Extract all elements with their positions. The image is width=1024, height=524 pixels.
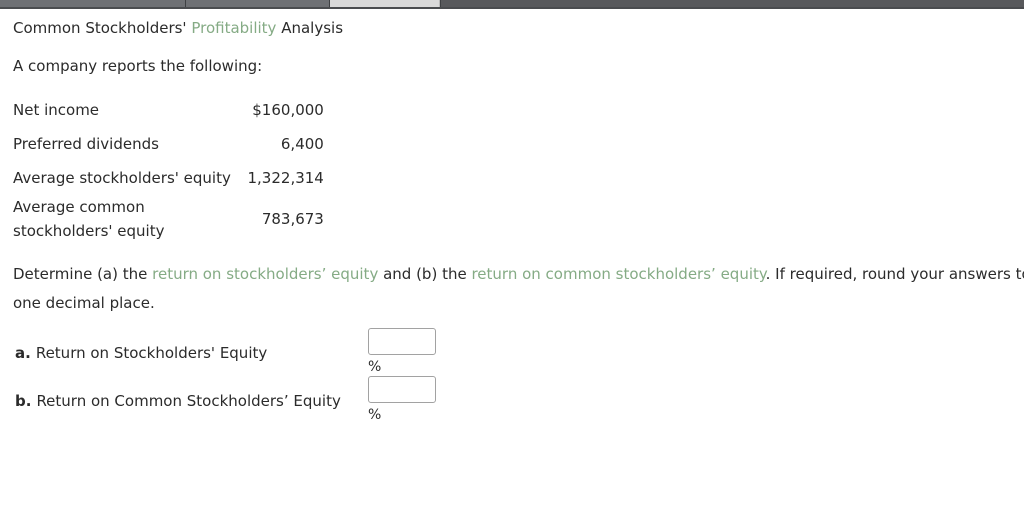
- fact-value: $160,000: [252, 101, 324, 119]
- fact-value: 783,673: [261, 210, 324, 228]
- fact-label: Average stockholders' equity: [13, 169, 231, 187]
- page-title: Common Stockholders' Profitability Analy…: [13, 18, 343, 38]
- fact-label: Net income: [13, 101, 100, 119]
- instruction-link-return-on-common-stockholders-equity[interactable]: return on common stockholders’ equity: [471, 265, 765, 283]
- page-title-prefix: Common Stockholders': [13, 19, 192, 37]
- instruction-paragraph: Determine (a) the return on stockholders…: [13, 260, 1024, 318]
- answer-b-input[interactable]: [368, 376, 436, 403]
- answer-a-label: a. Return on Stockholders' Equity: [15, 339, 355, 367]
- fact-value: 6,400: [280, 135, 324, 153]
- page-title-link[interactable]: Profitability: [191, 19, 276, 37]
- fact-label: Preferred dividends: [13, 135, 159, 153]
- browser-tab-strip: [0, 0, 1024, 9]
- fact-value: 1,322,314: [247, 169, 324, 187]
- instruction-link-return-on-stockholders-equity[interactable]: return on stockholders’ equity: [152, 265, 378, 283]
- intro-text: A company reports the following:: [13, 57, 263, 75]
- instruction-part-1: Determine (a) the: [13, 265, 153, 283]
- question-content: Common Stockholders' Profitability Analy…: [0, 9, 1024, 524]
- answer-b-text: Return on Common Stockholders’ Equity: [36, 392, 341, 410]
- answer-b-letter: b.: [15, 392, 32, 410]
- answer-a-field-wrap: %: [368, 328, 436, 375]
- instruction-part-2: and (b) the: [378, 265, 472, 283]
- answer-a-input[interactable]: [368, 328, 436, 355]
- table-row: Average stockholders' equity 1,322,314: [13, 161, 324, 195]
- answer-a-letter: a.: [15, 344, 31, 362]
- table-row: Net income $160,000: [13, 93, 324, 127]
- financial-facts-table: Net income $160,000 Preferred dividends …: [13, 93, 324, 243]
- answer-b-percent-label: %: [368, 407, 382, 423]
- answer-a-text: Return on Stockholders' Equity: [35, 344, 268, 362]
- page-title-suffix: Analysis: [276, 19, 344, 37]
- fact-label: Average common stockholders' equity: [13, 198, 165, 240]
- answer-b-label: b. Return on Common Stockholders’ Equity: [15, 387, 355, 415]
- answer-b-field-wrap: %: [368, 376, 436, 423]
- answer-a-percent-label: %: [368, 359, 382, 375]
- table-row: Average common stockholders' equity 783,…: [13, 195, 324, 243]
- table-row: Preferred dividends 6,400: [13, 127, 324, 161]
